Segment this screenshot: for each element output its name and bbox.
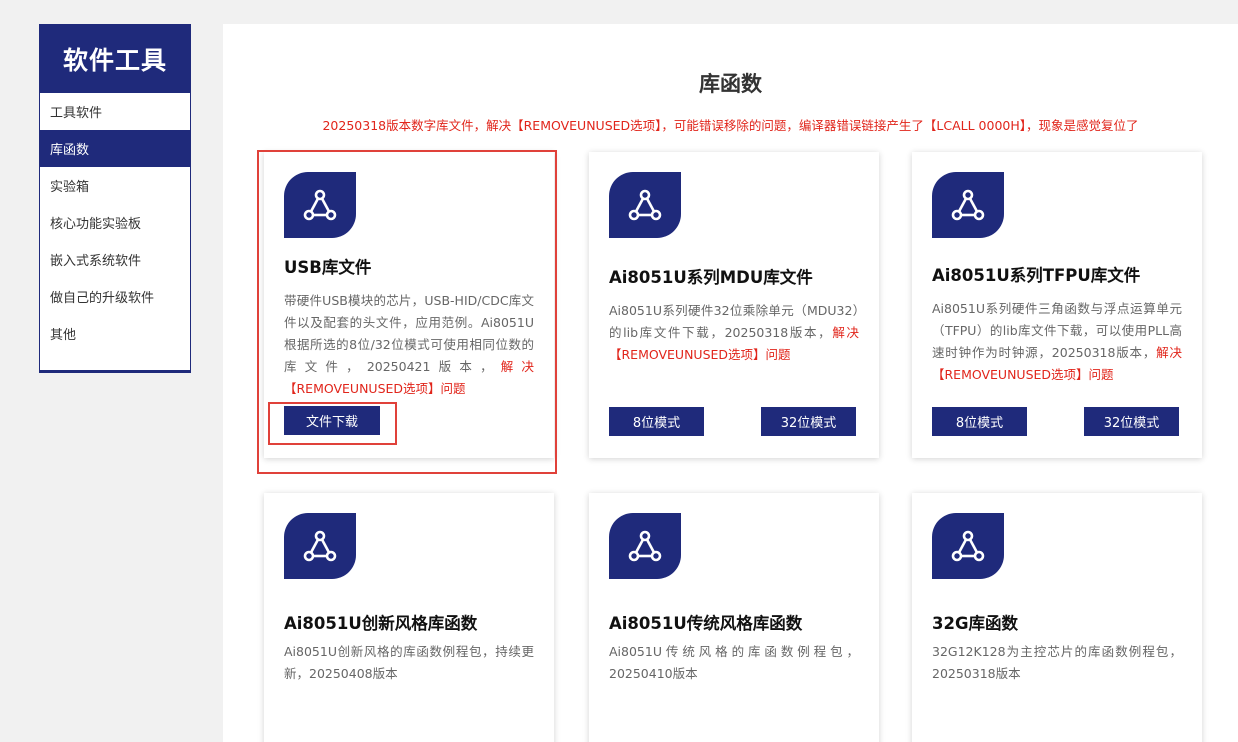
8bit-mode-button[interactable]: 8位模式 [932,407,1027,436]
card-description-text: 带硬件USB模块的芯片，USB-HID/CDC库文件以及配套的头文件，应用范例。… [284,293,534,374]
card-title: Ai8051U系列MDU库文件 [609,268,813,287]
card-title: Ai8051U系列TFPU库文件 [932,266,1141,285]
card-description: Ai8051U创新风格的库函数例程包，持续更新，20250408版本 [284,641,534,685]
share-network-icon [284,513,356,579]
card-ai8051u-innovative: Ai8051U创新风格库函数 Ai8051U创新风格的库函数例程包，持续更新，2… [264,493,554,742]
file-download-button[interactable]: 文件下载 [284,406,380,435]
sidebar-item-core-board[interactable]: 核心功能实验板 [40,204,190,241]
sidebar: 软件工具 工具软件 库函数 实验箱 核心功能实验板 嵌入式系统软件 做自己的升级… [39,24,191,373]
card-ai8051u-traditional: Ai8051U传统风格库函数 Ai8051U传统风格的库函数例程包，202504… [589,493,879,742]
sidebar-item-tools[interactable]: 工具软件 [40,93,190,130]
share-network-icon [284,172,356,238]
32bit-mode-button[interactable]: 32位模式 [1084,407,1179,436]
sidebar-title: 软件工具 [40,25,190,93]
card-title: Ai8051U传统风格库函数 [609,614,803,633]
card-description: Ai8051U传统风格的库函数例程包，20250410版本 [609,641,859,685]
card-description-text: Ai8051U系列硬件三角函数与浮点运算单元（TFPU）的lib库文件下载，可以… [932,301,1182,360]
sidebar-item-upgrade[interactable]: 做自己的升级软件 [40,278,190,315]
card-description-text: Ai8051U系列硬件32位乘除单元（MDU32）的lib库文件下载，20250… [609,303,859,340]
notice-text: 20250318版本数字库文件，解决【REMOVEUNUSED选项】，可能错误移… [322,118,1139,133]
sidebar-menu: 工具软件 库函数 实验箱 核心功能实验板 嵌入式系统软件 做自己的升级软件 其他 [40,93,190,352]
share-network-icon [609,172,681,238]
card-description-text: Ai8051U创新风格的库函数例程包，持续更新，20250408版本 [284,644,534,681]
card-description: Ai8051U系列硬件32位乘除单元（MDU32）的lib库文件下载，20250… [609,300,859,366]
card-tfpu-library: Ai8051U系列TFPU库文件 Ai8051U系列硬件三角函数与浮点运算单元（… [912,152,1202,458]
share-network-icon [609,513,681,579]
main-content: 库函数 20250318版本数字库文件，解决【REMOVEUNUSED选项】，可… [223,24,1238,742]
card-description: Ai8051U系列硬件三角函数与浮点运算单元（TFPU）的lib库文件下载，可以… [932,298,1182,386]
sidebar-item-other[interactable]: 其他 [40,315,190,352]
card-title: Ai8051U创新风格库函数 [284,614,478,633]
card-description-text: 32G12K128为主控芯片的库函数例程包，20250318版本 [932,644,1182,681]
card-title: 32G库函数 [932,614,1019,633]
card-mdu-library: Ai8051U系列MDU库文件 Ai8051U系列硬件32位乘除单元（MDU32… [589,152,879,458]
card-usb-library: USB库文件 带硬件USB模块的芯片，USB-HID/CDC库文件以及配套的头文… [264,152,554,458]
page-title: 库函数 [699,72,762,96]
card-description: 32G12K128为主控芯片的库函数例程包，20250318版本 [932,641,1182,685]
32bit-mode-button[interactable]: 32位模式 [761,407,856,436]
sidebar-item-embedded[interactable]: 嵌入式系统软件 [40,241,190,278]
8bit-mode-button[interactable]: 8位模式 [609,407,704,436]
share-network-icon [932,172,1004,238]
card-title: USB库文件 [284,258,372,277]
card-32g-library: 32G库函数 32G12K128为主控芯片的库函数例程包，20250318版本 [912,493,1202,742]
share-network-icon [932,513,1004,579]
sidebar-item-library[interactable]: 库函数 [40,130,190,167]
card-description-text: Ai8051U传统风格的库函数例程包，20250410版本 [609,644,859,681]
sidebar-item-lab-box[interactable]: 实验箱 [40,167,190,204]
card-description: 带硬件USB模块的芯片，USB-HID/CDC库文件以及配套的头文件，应用范例。… [284,290,534,400]
